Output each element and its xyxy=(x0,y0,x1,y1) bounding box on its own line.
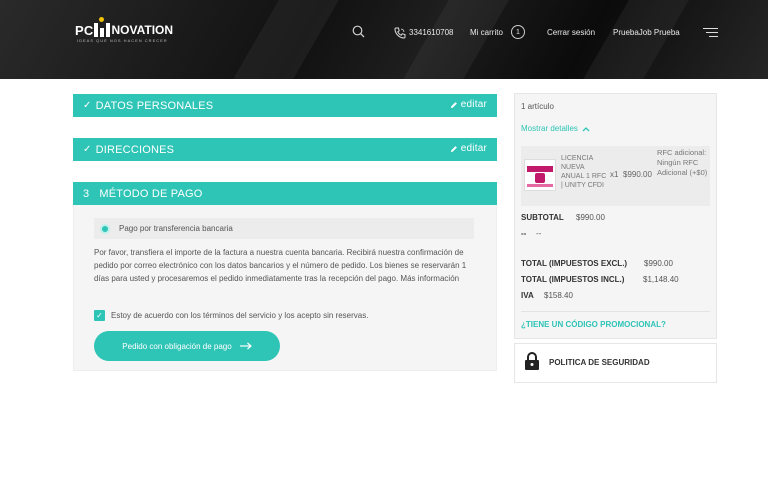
cart-link[interactable]: Mi carrito xyxy=(470,28,503,37)
terms-agreement[interactable]: ✓ Estoy de acuerdo con los términos del … xyxy=(94,310,368,321)
promo-code-link[interactable]: ¿TIENE UN CÓDIGO PROMOCIONAL? xyxy=(521,320,666,329)
chevron-up-icon xyxy=(582,126,590,131)
total-incl-value: $1,148.40 xyxy=(643,275,679,284)
user-account-link[interactable]: PruebaJob Prueba xyxy=(613,28,680,37)
header-decoration xyxy=(209,0,351,79)
step-addresses[interactable]: ✓ DIRECCIONES editar xyxy=(73,138,497,161)
total-excl-value: $990.00 xyxy=(644,259,673,268)
step-payment-method: 3 MÉTODO DE PAGO xyxy=(73,182,497,205)
logo-text-novation: NOVATION xyxy=(111,23,174,37)
phone-icon xyxy=(394,26,406,44)
edit-label: editar xyxy=(460,143,487,154)
arrow-right-icon xyxy=(239,342,252,350)
payment-option-label: Pago por transferencia bancaria xyxy=(119,224,233,233)
terms-checkbox[interactable]: ✓ xyxy=(94,310,105,321)
lock-icon xyxy=(524,351,540,376)
total-excl-label: TOTAL (IMPUESTOS EXCL.) xyxy=(521,259,628,268)
edit-personal-link[interactable]: editar xyxy=(450,99,487,110)
phone-number[interactable]: 3341610708 xyxy=(409,28,454,37)
product-price: $990.00 xyxy=(623,170,652,179)
logout-link[interactable]: Cerrar sesión xyxy=(547,28,595,37)
cart-count-badge[interactable]: 1 xyxy=(511,25,525,39)
subtotal-value: $990.00 xyxy=(576,213,605,222)
iva-value: $158.40 xyxy=(544,291,573,300)
edit-label: editar xyxy=(460,99,487,110)
subtotal-label: SUBTOTAL xyxy=(521,213,564,222)
header-decoration xyxy=(559,0,701,79)
pencil-icon xyxy=(450,101,457,108)
shipping-label: -- xyxy=(521,229,527,238)
step-title: DIRECCIONES xyxy=(95,143,175,156)
logo-text-pc: PC xyxy=(75,22,94,38)
step-title: MÉTODO DE PAGO xyxy=(99,187,203,200)
check-icon: ✓ xyxy=(83,144,92,155)
edit-addresses-link[interactable]: editar xyxy=(450,143,487,154)
show-details-toggle[interactable]: Mostrar detalles xyxy=(521,124,590,133)
menu-icon[interactable] xyxy=(703,28,718,40)
place-order-button[interactable]: Pedido con obligación de pago xyxy=(94,331,280,361)
check-icon: ✓ xyxy=(83,100,92,111)
payment-description: Por favor, transfiera el importe de la f… xyxy=(94,248,467,283)
article-count: 1 artículo xyxy=(521,102,554,111)
step-title: DATOS PERSONALES xyxy=(95,99,214,112)
show-details-label: Mostrar detalles xyxy=(521,124,578,133)
terms-label: Estoy de acuerdo con los términos del se… xyxy=(111,311,369,320)
product-option: RFC adicional: Ningún RFC Adicional (+$0… xyxy=(657,148,708,177)
place-order-label: Pedido con obligación de pago xyxy=(122,341,232,351)
security-policy-label: POLITICA DE SEGURIDAD xyxy=(549,358,650,367)
logo-tagline: IDEAS QUE NOS HACEN CRECER xyxy=(77,38,168,43)
total-incl-label: TOTAL (IMPUESTOS INCL.) xyxy=(521,275,625,284)
shipping-value: -- xyxy=(536,229,542,238)
step-number: 3 xyxy=(83,187,90,200)
product-qty: x1 xyxy=(610,170,619,179)
pencil-icon xyxy=(450,145,457,152)
search-icon[interactable] xyxy=(352,25,365,43)
product-thumbnail[interactable] xyxy=(524,159,556,191)
iva-label: IVA xyxy=(521,291,534,300)
radio-selected[interactable] xyxy=(100,223,110,234)
summary-divider xyxy=(521,311,710,312)
payment-option-bank-transfer[interactable]: Pago por transferencia bancaria xyxy=(94,218,474,239)
step-personal-data[interactable]: ✓ DATOS PERSONALES editar xyxy=(73,94,497,117)
product-name[interactable]: LICENCIA NUEVA ANUAL 1 RFC | UNITY CFDI xyxy=(561,154,607,190)
logo-mark xyxy=(94,17,111,37)
